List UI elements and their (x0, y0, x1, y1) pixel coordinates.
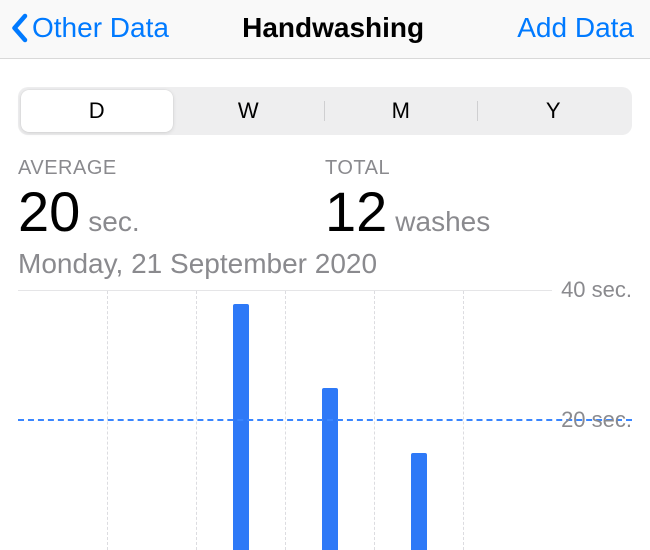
content: DWMY AVERAGE 20 sec. TOTAL 12 washes Mon… (0, 87, 650, 550)
navbar: Other Data Handwashing Add Data (0, 0, 650, 59)
segment-y[interactable]: Y (478, 90, 630, 132)
segment-d[interactable]: D (21, 90, 173, 132)
chart-gridline (107, 291, 108, 550)
stat-total-label: TOTAL (325, 157, 632, 180)
chart-gridline (196, 291, 197, 550)
date-label: Monday, 21 September 2020 (18, 248, 632, 280)
stats-row: AVERAGE 20 sec. TOTAL 12 washes (18, 157, 632, 240)
stat-total-unit: washes (395, 206, 490, 238)
chart-plot-area (18, 290, 552, 550)
segment-w[interactable]: W (173, 90, 325, 132)
page-title: Handwashing (149, 12, 517, 44)
chart-gridline (463, 291, 464, 550)
stat-average-unit: sec. (88, 206, 139, 238)
segment-m[interactable]: M (325, 90, 477, 132)
stat-total: TOTAL 12 washes (325, 157, 632, 240)
chart-bar (411, 453, 427, 550)
chart-gridline (374, 291, 375, 550)
chevron-left-icon (10, 13, 28, 43)
add-data-button[interactable]: Add Data (517, 12, 634, 44)
chart-gridline (285, 291, 286, 550)
stat-average-value: 20 sec. (18, 184, 325, 240)
chart-reference-line (18, 419, 632, 421)
back-button[interactable]: Other Data (10, 12, 169, 44)
time-range-segmented-control: DWMY (18, 87, 632, 135)
stat-average-label: AVERAGE (18, 157, 325, 180)
chart: 40 sec.20 sec. (18, 290, 632, 550)
chart-bar (322, 388, 338, 550)
chart-y-tick-label: 20 sec. (561, 407, 632, 433)
stat-average: AVERAGE 20 sec. (18, 157, 325, 240)
stat-total-value: 12 washes (325, 184, 632, 240)
stat-average-number: 20 (18, 184, 80, 240)
chart-y-tick-label: 40 sec. (561, 277, 632, 303)
chart-bar (233, 304, 249, 550)
stat-total-number: 12 (325, 184, 387, 240)
